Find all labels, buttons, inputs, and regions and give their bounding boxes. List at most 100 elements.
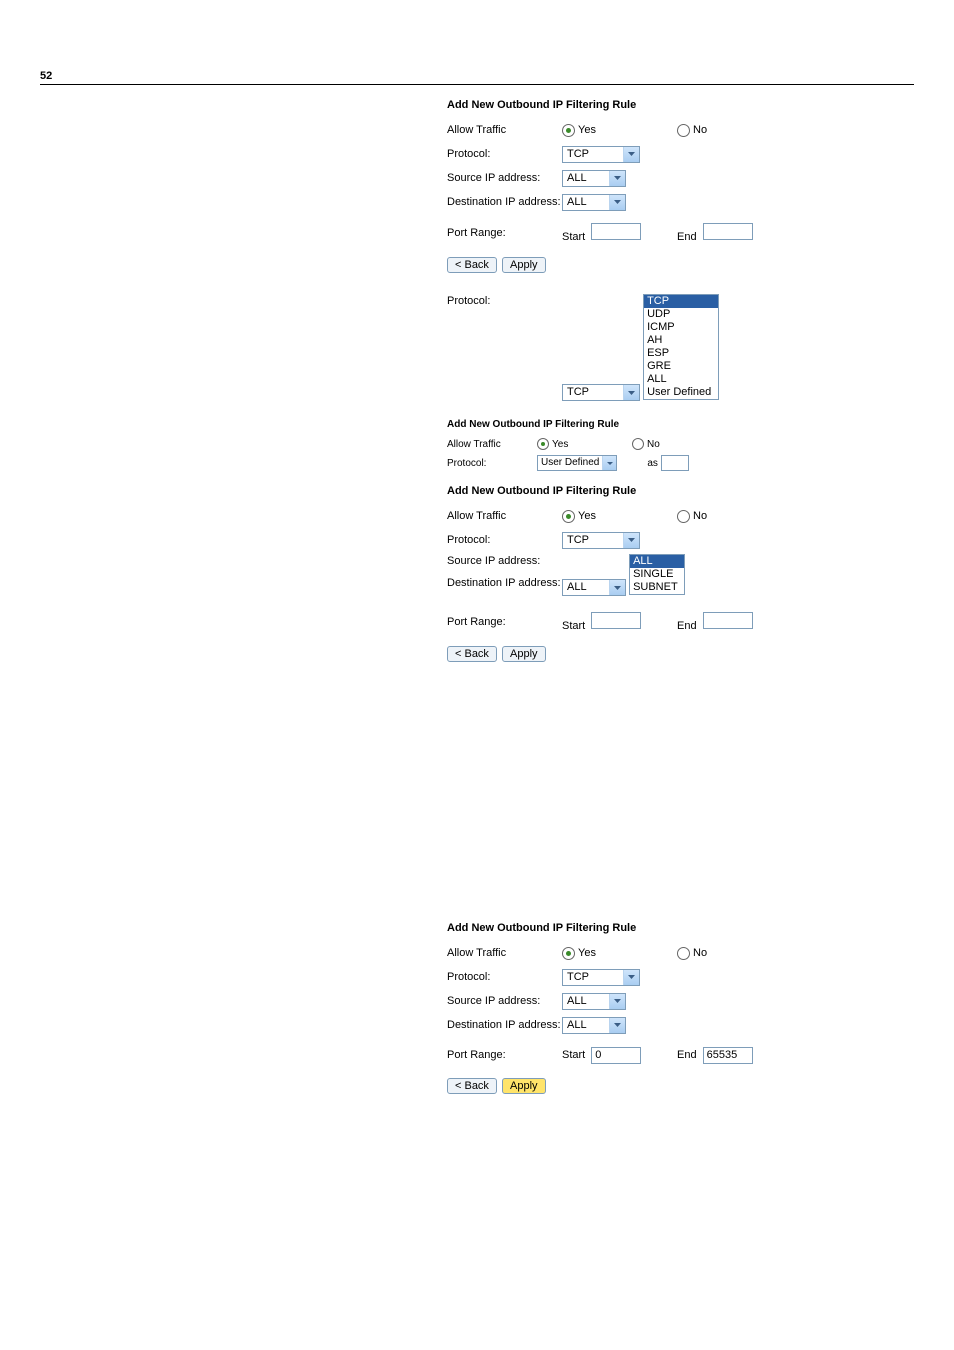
radio-yes-label-4: Yes <box>578 510 596 522</box>
row-protocol-3: Protocol: User Defined as <box>447 455 914 471</box>
row-protocol-expanded: Protocol: TCP TCP UDP ICMP AH ESP GRE AL… <box>447 295 914 401</box>
chevron-down-icon <box>609 171 625 186</box>
allow-traffic-label-3: Allow Traffic <box>447 439 537 450</box>
start-group: Start <box>562 223 677 243</box>
dst-ip-label-5: Destination IP address: <box>447 1019 562 1031</box>
protocol-select-value-5: TCP <box>563 970 623 985</box>
radio-no-4[interactable] <box>677 510 690 523</box>
dst-ip-label-4: Destination IP address: <box>447 577 562 589</box>
row-allow-traffic-5: Allow Traffic Yes No <box>447 944 914 962</box>
dst-ip-select-value: ALL <box>563 195 609 210</box>
radio-no-3[interactable] <box>632 438 644 450</box>
row-allow-traffic-3: Allow Traffic Yes No <box>447 436 914 452</box>
chevron-down-icon <box>623 147 639 162</box>
yes-group-5: Yes <box>562 947 677 960</box>
row-port-range: Port Range: Start End <box>447 223 914 243</box>
dst-ip-label: Destination IP address: <box>447 196 562 208</box>
protocol-select-4[interactable]: TCP <box>562 532 640 549</box>
radio-yes-5[interactable] <box>562 947 575 960</box>
end-label: End <box>677 231 697 243</box>
radio-dot-icon <box>566 951 571 956</box>
protocol-label-2: Protocol: <box>447 295 562 307</box>
end-label-5: End <box>677 1049 697 1061</box>
src-ip-select-4[interactable]: ALL <box>562 579 626 596</box>
listbox-item-userdef[interactable]: User Defined <box>644 386 718 399</box>
start-input[interactable] <box>591 223 641 240</box>
dst-ip-select-5[interactable]: ALL <box>562 1017 626 1034</box>
listbox-item-icmp[interactable]: ICMP <box>644 321 718 334</box>
chevron-down-icon <box>623 533 639 548</box>
port-range-label: Port Range: <box>447 227 562 239</box>
radio-yes[interactable] <box>562 124 575 137</box>
end-input-4[interactable] <box>703 612 753 629</box>
as-input[interactable] <box>661 455 689 471</box>
row-allow-traffic-4: Allow Traffic Yes No <box>447 507 914 525</box>
protocol-select-2[interactable]: TCP <box>562 384 640 401</box>
back-button-5[interactable]: < Back <box>447 1078 497 1094</box>
back-button-4[interactable]: < Back <box>447 646 497 662</box>
start-input-5[interactable]: 0 <box>591 1047 641 1064</box>
protocol-select-3[interactable]: User Defined <box>537 455 617 471</box>
port-range-label-5: Port Range: <box>447 1049 562 1061</box>
dst-ip-select[interactable]: ALL <box>562 194 626 211</box>
no-group-3: No <box>632 438 660 450</box>
protocol-select-5[interactable]: TCP <box>562 969 640 986</box>
src-ip-select[interactable]: ALL <box>562 170 626 187</box>
radio-no[interactable] <box>677 124 690 137</box>
end-input[interactable] <box>703 223 753 240</box>
radio-dot-icon <box>541 442 545 446</box>
apply-button-5[interactable]: Apply <box>502 1078 546 1094</box>
back-button[interactable]: < Back <box>447 257 497 273</box>
end-group-4: End <box>677 612 753 632</box>
radio-dot-icon <box>566 514 571 519</box>
listbox-item-esp[interactable]: ESP <box>644 347 718 360</box>
allow-traffic-label-5: Allow Traffic <box>447 947 562 959</box>
radio-no-5[interactable] <box>677 947 690 960</box>
end-input-5[interactable]: 65535 <box>703 1047 753 1064</box>
end-label-4: End <box>677 620 697 632</box>
row-src-ip: Source IP address: ALL <box>447 169 914 187</box>
listbox-item-udp[interactable]: UDP <box>644 308 718 321</box>
start-group-4: Start <box>562 612 677 632</box>
src-ip-expanded-group: ALL ALL SINGLE SUBNET <box>562 555 685 596</box>
yes-group-4: Yes <box>562 510 677 523</box>
protocol-select[interactable]: TCP <box>562 146 640 163</box>
listbox-item-src-subnet[interactable]: SUBNET <box>630 581 684 594</box>
row-port-range-4: Port Range: Start End <box>447 612 914 632</box>
no-group-4: No <box>677 510 707 523</box>
listbox-item-ah[interactable]: AH <box>644 334 718 347</box>
src-ip-select-5[interactable]: ALL <box>562 993 626 1010</box>
listbox-item-all[interactable]: ALL <box>644 373 718 386</box>
port-range-label-4: Port Range: <box>447 616 562 628</box>
panel-3: Add New Outbound IP Filtering Rule Allow… <box>447 419 914 471</box>
start-input-4[interactable] <box>591 612 641 629</box>
listbox-item-gre[interactable]: GRE <box>644 360 718 373</box>
chevron-down-icon <box>609 1018 625 1033</box>
radio-yes-label-5: Yes <box>578 947 596 959</box>
radio-yes-label-3: Yes <box>552 439 568 450</box>
listbox-item-src-all[interactable]: ALL <box>630 555 684 568</box>
radio-yes-3[interactable] <box>537 438 549 450</box>
protocol-label-5: Protocol: <box>447 971 562 983</box>
src-ip-listbox[interactable]: ALL SINGLE SUBNET <box>629 554 685 595</box>
apply-button-4[interactable]: Apply <box>502 646 546 662</box>
radio-no-label-4: No <box>693 510 707 522</box>
listbox-item-src-single[interactable]: SINGLE <box>630 568 684 581</box>
radio-no-label-3: No <box>647 439 660 450</box>
panel-4-title: Add New Outbound IP Filtering Rule <box>447 485 914 497</box>
end-group: End <box>677 223 753 243</box>
apply-button[interactable]: Apply <box>502 257 546 273</box>
radio-yes-4[interactable] <box>562 510 575 523</box>
src-ip-label: Source IP address: <box>447 172 562 184</box>
button-row: < Back Apply <box>447 257 914 273</box>
protocol-label-4: Protocol: <box>447 534 562 546</box>
chevron-down-icon <box>623 970 639 985</box>
listbox-item-tcp[interactable]: TCP <box>644 295 718 308</box>
row-protocol: Protocol: TCP <box>447 145 914 163</box>
radio-dot-icon <box>566 128 571 133</box>
panel-1-title: Add New Outbound IP Filtering Rule <box>447 99 914 111</box>
panel-5: Add New Outbound IP Filtering Rule Allow… <box>447 922 914 1094</box>
row-port-range-5: Port Range: Start 0 End 65535 <box>447 1046 914 1064</box>
chevron-down-icon <box>623 385 639 400</box>
protocol-listbox[interactable]: TCP UDP ICMP AH ESP GRE ALL User Defined <box>643 294 719 400</box>
